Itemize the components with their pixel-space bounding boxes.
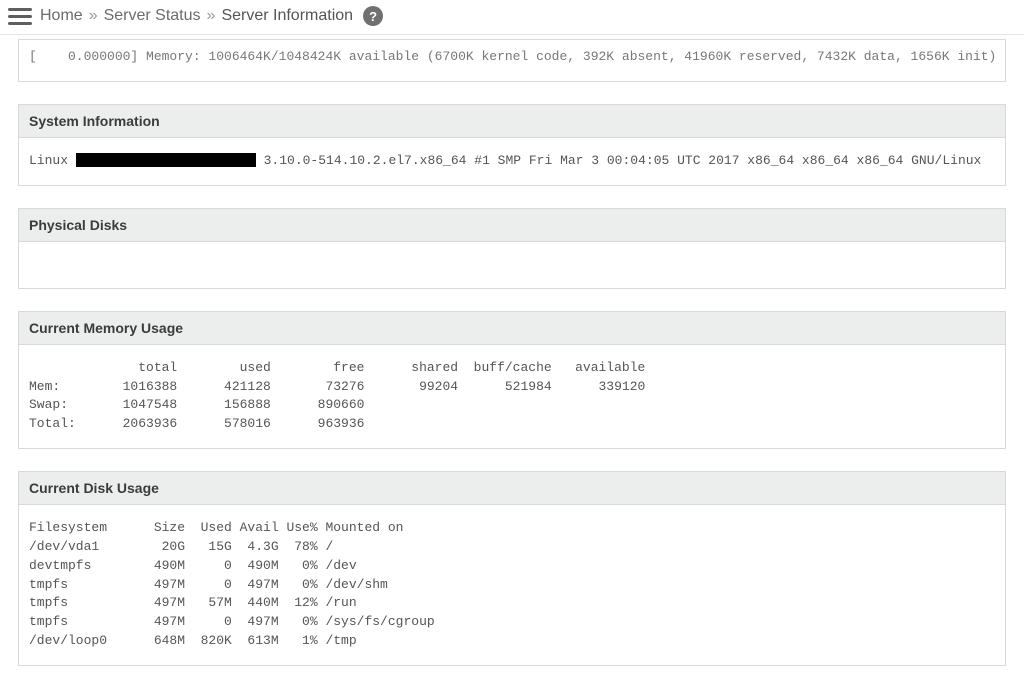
- page-content: [ 0.000000] Memory: 1006464K/1048424K av…: [0, 39, 1024, 696]
- disk-output: Filesystem Size Used Avail Use% Mounted …: [19, 505, 1005, 665]
- breadcrumb-current: Server Information: [221, 7, 353, 25]
- breadcrumb-sep: »: [207, 7, 216, 25]
- panel-title: System Information: [19, 105, 1005, 138]
- breadcrumb: Home » Server Status » Server Informatio…: [40, 6, 383, 26]
- panel-dmesg: [ 0.000000] Memory: 1006464K/1048424K av…: [18, 39, 1006, 82]
- panel-system-information: System Information Linux 3.10.0-514.10.2…: [18, 104, 1006, 186]
- hostname-redacted: [76, 153, 256, 167]
- dmesg-output: [ 0.000000] Memory: 1006464K/1048424K av…: [19, 40, 1005, 81]
- help-icon[interactable]: ?: [363, 6, 383, 26]
- panel-title: Current Memory Usage: [19, 312, 1005, 345]
- system-info-output: Linux 3.10.0-514.10.2.el7.x86_64 #1 SMP …: [19, 138, 1005, 185]
- kernel-string: 3.10.0-514.10.2.el7.x86_64 #1 SMP Fri Ma…: [256, 153, 982, 168]
- memory-output: total used free shared buff/cache availa…: [19, 345, 1005, 448]
- breadcrumb-server-status[interactable]: Server Status: [104, 7, 201, 25]
- panel-disk-usage: Current Disk Usage Filesystem Size Used …: [18, 471, 1006, 666]
- panel-title: Current Disk Usage: [19, 472, 1005, 505]
- topbar: Home » Server Status » Server Informatio…: [0, 0, 1024, 35]
- panel-title: Physical Disks: [19, 209, 1005, 242]
- menu-icon[interactable]: [8, 8, 32, 25]
- breadcrumb-home[interactable]: Home: [40, 7, 83, 25]
- os-name: Linux: [29, 153, 68, 168]
- breadcrumb-sep: »: [89, 7, 98, 25]
- panel-physical-disks: Physical Disks: [18, 208, 1006, 289]
- physical-disks-output: [19, 242, 1005, 288]
- panel-memory-usage: Current Memory Usage total used free sha…: [18, 311, 1006, 449]
